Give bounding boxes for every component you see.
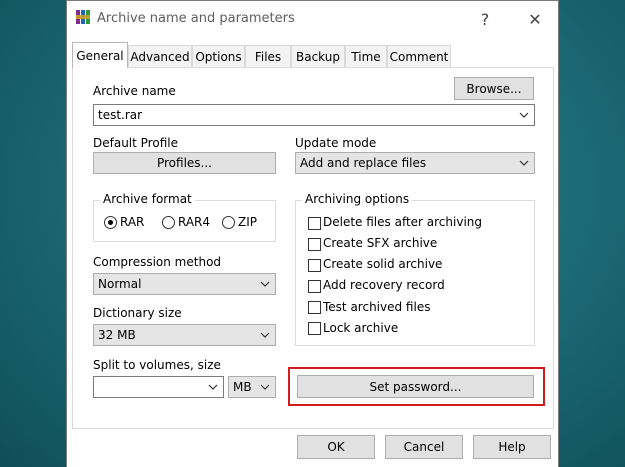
help-icon[interactable]: ? [470, 5, 500, 33]
help-button[interactable]: Help [473, 435, 551, 459]
tab-comment[interactable]: Comment [387, 45, 451, 67]
archive-name-value: test.rar [98, 108, 143, 122]
title-bar[interactable]: Archive name and parameters ? ✕ [67, 1, 558, 37]
radio-rar4[interactable] [162, 216, 175, 229]
archive-name-input[interactable]: test.rar [93, 104, 535, 126]
chevron-down-icon[interactable] [207, 381, 219, 393]
close-icon[interactable]: ✕ [520, 5, 550, 33]
tab-general[interactable]: General [72, 42, 128, 68]
radio-zip[interactable] [222, 216, 235, 229]
checkbox-create-sfx[interactable] [308, 238, 321, 251]
checkbox-delete-files[interactable] [308, 217, 321, 230]
window-title: Archive name and parameters [97, 11, 295, 26]
update-mode-select[interactable]: Add and replace files [295, 152, 535, 174]
highlight-box [288, 367, 545, 406]
winrar-app-icon [75, 9, 91, 25]
split-volumes-label: Split to volumes, size [93, 358, 221, 372]
chevron-down-icon [260, 332, 270, 338]
update-mode-value: Add and replace files [300, 156, 427, 170]
update-mode-label: Update mode [295, 136, 377, 150]
archive-format-title: Archive format [100, 192, 195, 206]
compression-method-label: Compression method [93, 255, 222, 269]
checkbox-lock-archive[interactable] [308, 322, 321, 335]
checkbox-test-archived-label: Test archived files [323, 300, 431, 314]
browse-button[interactable]: Browse... [454, 77, 534, 100]
checkbox-lock-archive-label: Lock archive [323, 321, 399, 335]
dictionary-size-select[interactable]: 32 MB [93, 324, 276, 346]
split-unit-select[interactable]: MB [228, 376, 276, 398]
archive-dialog: Archive name and parameters ? ✕ General … [66, 0, 559, 467]
radio-rar[interactable] [104, 216, 117, 229]
chevron-down-icon [519, 160, 529, 166]
dictionary-size-value: 32 MB [98, 328, 136, 342]
ok-button[interactable]: OK [297, 435, 375, 459]
checkbox-create-sfx-label: Create SFX archive [323, 236, 438, 250]
radio-zip-label: ZIP [238, 215, 257, 229]
compression-method-value: Normal [98, 277, 142, 291]
archive-name-label: Archive name [93, 84, 176, 98]
radio-rar-label: RAR [120, 215, 145, 229]
radio-rar4-label: RAR4 [178, 215, 211, 229]
split-unit-value: MB [233, 380, 252, 394]
archiving-options-title: Archiving options [302, 192, 413, 206]
chevron-down-icon [260, 384, 270, 390]
checkbox-test-archived[interactable] [308, 301, 321, 314]
tab-options[interactable]: Options [192, 45, 245, 67]
default-profile-label: Default Profile [93, 136, 178, 150]
tab-time[interactable]: Time [345, 45, 387, 67]
tab-advanced[interactable]: Advanced [128, 45, 192, 67]
cancel-button[interactable]: Cancel [385, 435, 463, 459]
chevron-down-icon[interactable] [518, 109, 530, 121]
checkbox-solid-archive-label: Create solid archive [323, 257, 443, 271]
checkbox-delete-files-label: Delete files after archiving [323, 215, 483, 229]
dictionary-size-label: Dictionary size [93, 306, 182, 320]
chevron-down-icon [260, 281, 270, 287]
checkbox-recovery-record-label: Add recovery record [323, 278, 445, 292]
profiles-button[interactable]: Profiles... [93, 152, 276, 174]
checkbox-recovery-record[interactable] [308, 280, 321, 293]
compression-method-select[interactable]: Normal [93, 273, 276, 295]
checkbox-solid-archive[interactable] [308, 259, 321, 272]
split-volumes-input[interactable] [93, 376, 224, 398]
tab-files[interactable]: Files [245, 45, 291, 67]
tab-backup[interactable]: Backup [291, 45, 345, 67]
